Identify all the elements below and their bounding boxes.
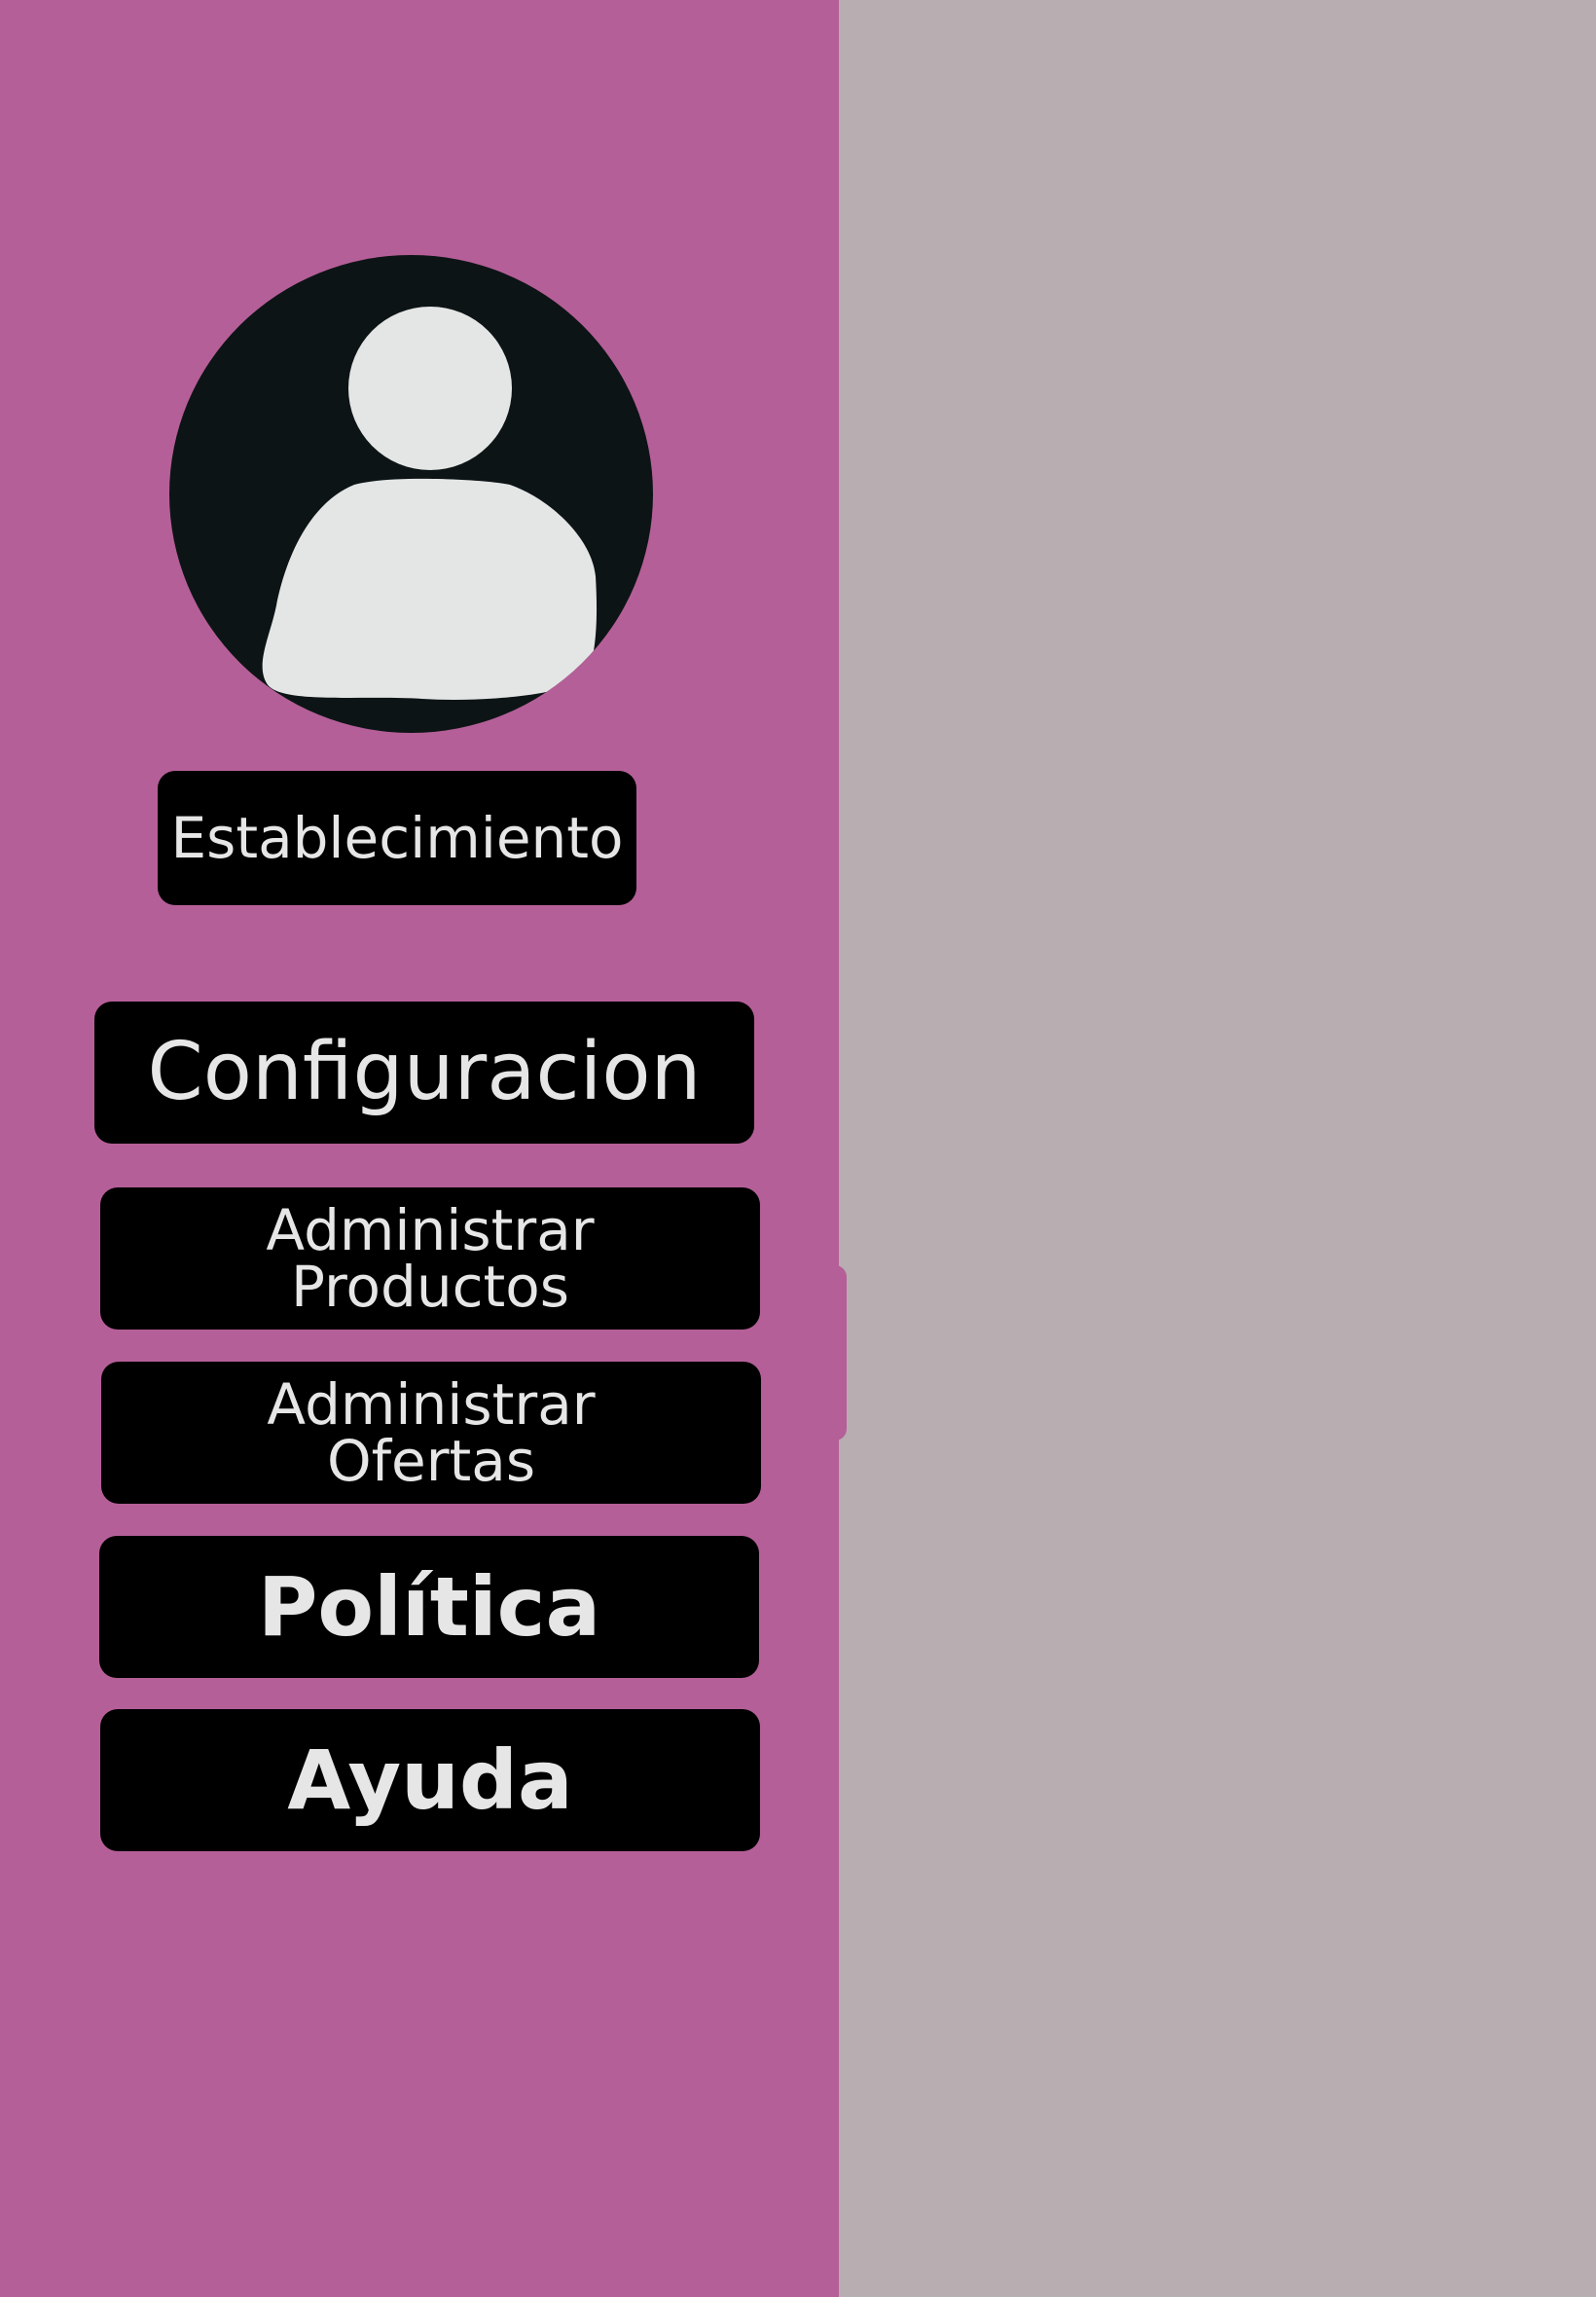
user-icon [262,307,598,700]
politica-label: Política [257,1559,601,1655]
administrar-ofertas-label-line2: Ofertas [326,1428,536,1494]
configuracion-label: Configuracion [147,1026,702,1118]
app-screen: Establecimiento Configuracion Administra… [0,0,1596,2297]
administrar-ofertas-button[interactable]: Administrar Ofertas [101,1362,761,1504]
sidebar: Establecimiento Configuracion Administra… [0,0,847,2297]
configuracion-button[interactable]: Configuracion [94,1002,754,1144]
avatar[interactable] [169,255,653,733]
ayuda-label: Ayuda [287,1732,573,1828]
politica-button[interactable]: Política [99,1536,759,1678]
administrar-productos-label-line1: Administrar [266,1197,595,1263]
profile-name[interactable]: Establecimiento [158,771,636,905]
administrar-productos-label-line2: Productos [291,1254,569,1320]
administrar-productos-button[interactable]: Administrar Productos [100,1187,760,1330]
administrar-ofertas-label-line1: Administrar [267,1371,596,1438]
ayuda-button[interactable]: Ayuda [100,1709,760,1851]
content-area [839,0,1596,2297]
